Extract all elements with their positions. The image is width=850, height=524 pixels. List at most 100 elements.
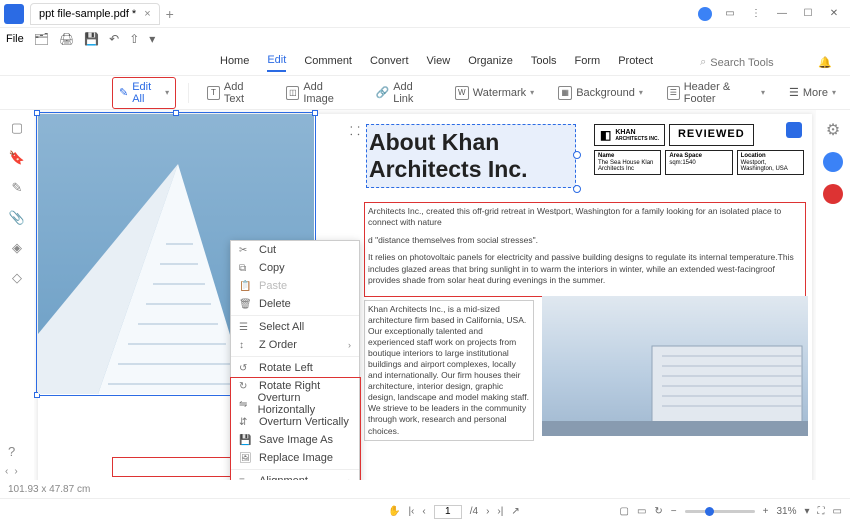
minimize-button[interactable]: — (774, 6, 790, 22)
tab-protect[interactable]: Protect (618, 55, 653, 71)
slider-thumb[interactable] (705, 507, 714, 516)
open-icon[interactable]: 🗂 (34, 32, 49, 46)
chevron-down-icon: ▾ (165, 88, 169, 97)
user-avatar-icon[interactable] (698, 7, 712, 21)
ctx-paste: 📋Paste (231, 277, 359, 295)
window-menu-icon[interactable]: ▭ (722, 6, 738, 22)
tab-view[interactable]: View (427, 55, 451, 71)
ctx-copy[interactable]: ⧉Copy (231, 259, 359, 277)
hand-tool-icon[interactable]: ✋ (388, 506, 400, 517)
thumbnail-icon[interactable]: ▢ (11, 120, 23, 136)
tab-convert[interactable]: Convert (370, 55, 409, 71)
share-icon[interactable]: ⇧ (129, 32, 139, 46)
ctx-replace-image[interactable]: 🖼Replace Image (231, 449, 359, 467)
status-bar: ✋ |‹ ‹ /4 › ›| ↗ ▢ ▭ ↻ − + 31% ▾ ⛶ ▭ (0, 498, 850, 524)
chevron-down-icon[interactable]: ▾ (149, 32, 155, 46)
zoom-in-icon[interactable]: + (763, 506, 769, 517)
save-icon[interactable]: 💾 (84, 32, 99, 46)
window-more-icon[interactable]: ⋮ (748, 6, 764, 22)
undo-icon[interactable]: ↶ (109, 32, 119, 46)
header-footer-icon: ☰ (667, 86, 680, 100)
tab-comment[interactable]: Comment (304, 55, 352, 71)
document-tab[interactable]: ppt file-sample.pdf * × (30, 3, 160, 25)
ctx-cut[interactable]: ✂Cut (231, 241, 359, 259)
body-text-block[interactable]: Architects Inc., created this off-grid r… (364, 202, 806, 297)
ctx-z-order[interactable]: ↕Z Order› (231, 336, 359, 354)
comments-icon[interactable]: ✎ (12, 180, 23, 196)
bookmark-icon[interactable]: 🔖 (9, 150, 25, 166)
file-menu[interactable]: File (6, 33, 24, 45)
contact-area: Area Spacesqm:1540 (665, 150, 732, 175)
zoom-out-icon[interactable]: − (671, 506, 677, 517)
ctx-alignment[interactable]: ≡Alignment› (231, 472, 359, 480)
resize-handle[interactable] (573, 185, 581, 193)
notification-icon[interactable]: 🔔 (818, 56, 832, 69)
header-footer-button[interactable]: ☰Header & Footer▾ (661, 78, 771, 108)
tab-home[interactable]: Home (220, 55, 249, 71)
ctx-icon: ✂ (239, 245, 253, 256)
annotate-tool-icon[interactable] (823, 184, 843, 204)
close-window-button[interactable]: ✕ (826, 6, 842, 22)
secondary-image[interactable] (542, 296, 808, 436)
prev-page-icon[interactable]: ‹ (422, 506, 425, 517)
title-text-box[interactable]: About Khan Architects Inc. (366, 124, 576, 188)
zoom-slider[interactable] (685, 510, 755, 513)
ctx-overturn-horizontally[interactable]: ⇋Overturn Horizontally (231, 395, 359, 413)
ctx-overturn-vertically[interactable]: ⇵Overturn Vertically (231, 413, 359, 431)
watermark-button[interactable]: WWatermark▾ (449, 83, 540, 103)
text-icon: T (207, 86, 220, 100)
last-page-icon[interactable]: ›| (497, 506, 503, 517)
tab-form[interactable]: Form (575, 55, 601, 71)
crop-icon[interactable]: ⸬ (350, 122, 360, 139)
outline-icon[interactable]: ◇ (12, 270, 22, 286)
ctx-icon: 🖼 (239, 453, 253, 464)
ctx-delete[interactable]: 🗑Delete (231, 295, 359, 313)
title-line1: About Khan (369, 129, 573, 156)
fullscreen-icon[interactable]: ⛶ (818, 506, 825, 517)
search-tools: ⌕ (700, 56, 790, 69)
help-icon[interactable]: ? (8, 444, 15, 459)
add-text-button[interactable]: TAdd Text (201, 78, 268, 108)
new-tab-button[interactable]: + (166, 6, 174, 22)
info-panel: ◧ KHANARCHITECTS INC. REVIEWED NameThe S… (594, 124, 804, 175)
rotate-icon[interactable]: ↻ (654, 506, 662, 517)
attachment-icon[interactable]: 📎 (9, 210, 25, 226)
scroll-left-icon[interactable]: ‹ (5, 466, 8, 477)
ctx-icon: ↺ (239, 363, 253, 374)
next-page-icon[interactable]: › (486, 506, 489, 517)
ctx-save-image-as[interactable]: 💾Save Image As (231, 431, 359, 449)
zoom-value: 31% (776, 506, 796, 517)
close-tab-icon[interactable]: × (144, 8, 150, 20)
resize-handle[interactable] (312, 110, 318, 116)
read-mode-icon[interactable]: ▭ (833, 506, 842, 517)
add-image-button[interactable]: ◫Add Image (280, 78, 357, 108)
resize-handle[interactable] (34, 110, 40, 116)
maximize-button[interactable]: ☐ (800, 6, 816, 22)
about-text-block[interactable]: Khan Architects Inc., is a mid-sized arc… (364, 300, 534, 441)
chevron-down-icon[interactable]: ▾ (805, 506, 810, 517)
background-button[interactable]: ▦Background▾ (552, 83, 649, 103)
print-icon[interactable]: 🖨 (59, 32, 74, 46)
tab-tools[interactable]: Tools (531, 55, 557, 71)
ctx-rotate-left[interactable]: ↺Rotate Left (231, 359, 359, 377)
fit-page-icon[interactable]: ▢ (620, 506, 629, 517)
jump-icon[interactable]: ↗ (511, 506, 519, 517)
resize-handle[interactable] (173, 110, 179, 116)
tab-organize[interactable]: Organize (468, 55, 513, 71)
menu-tabs: Home Edit Comment Convert View Organize … (0, 50, 850, 76)
layers-icon[interactable]: ◈ (12, 240, 22, 256)
first-page-icon[interactable]: |‹ (408, 506, 414, 517)
sliders-icon[interactable]: ⚙ (826, 120, 840, 140)
more-button[interactable]: ☰More▾ (783, 83, 842, 102)
document-canvas[interactable]: ⸬ About Khan Architects Inc. ◧ KHANARCHI… (34, 110, 816, 480)
tab-edit[interactable]: Edit (267, 54, 286, 72)
ai-tool-icon[interactable] (823, 152, 843, 172)
ribbon: ✎ Edit All ▾ TAdd Text ◫Add Image 🔗Add L… (0, 76, 850, 110)
scroll-right-icon[interactable]: › (14, 466, 17, 477)
edit-all-button[interactable]: ✎ Edit All ▾ (112, 77, 176, 109)
fit-width-icon[interactable]: ▭ (637, 506, 646, 517)
search-input[interactable] (710, 57, 790, 69)
add-link-button[interactable]: 🔗Add Link (370, 78, 437, 108)
resize-handle[interactable] (573, 151, 581, 159)
ctx-select-all[interactable]: ☰Select All (231, 318, 359, 336)
